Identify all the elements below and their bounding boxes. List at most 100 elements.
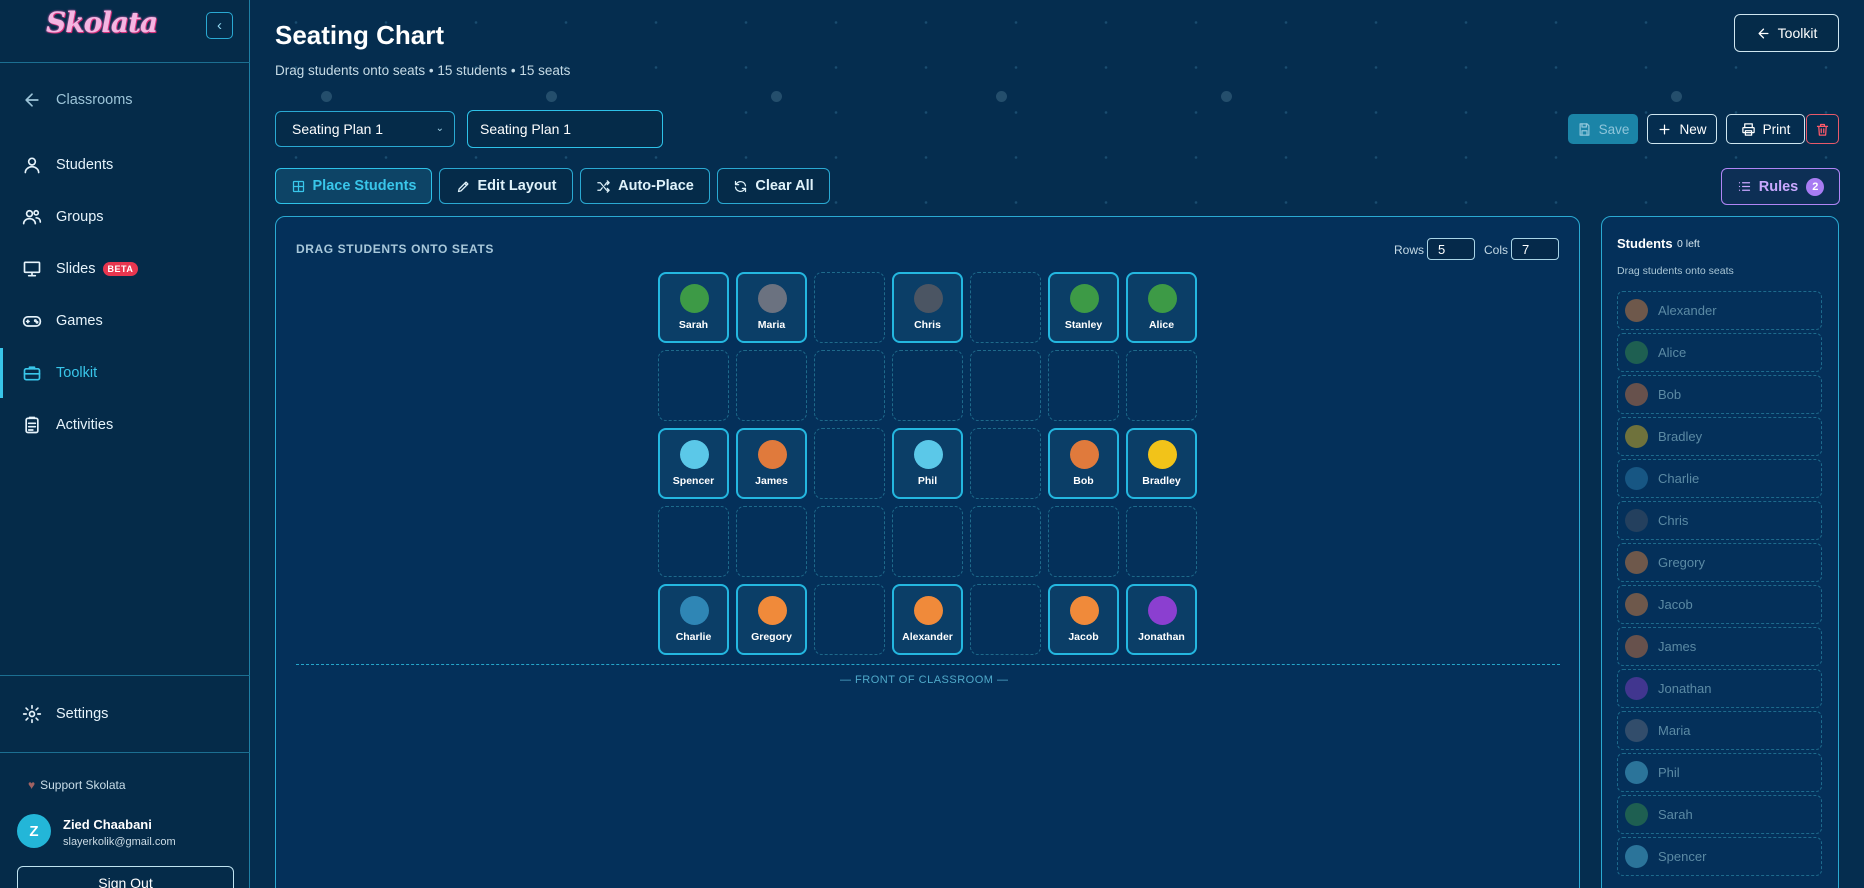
roster-item[interactable]: Sarah [1617,795,1822,834]
collapse-sidebar-button[interactable]: ‹ [206,12,233,39]
roster-item[interactable]: Jacob [1617,585,1822,624]
seat-empty[interactable] [1048,350,1119,421]
seat-empty[interactable] [1048,506,1119,577]
roster-item[interactable]: Charlie [1617,459,1822,498]
seat-empty[interactable] [892,350,963,421]
delete-plan-button[interactable] [1806,114,1839,144]
seat-empty[interactable] [970,272,1041,343]
save-button[interactable]: Save [1568,114,1638,144]
roster-item[interactable]: Maria [1617,711,1822,750]
place-students-button[interactable]: Place Students [275,168,432,204]
print-button[interactable]: Print [1726,114,1805,144]
seat-empty[interactable] [736,506,807,577]
roster-item-label: Charlie [1658,471,1700,486]
roster-item[interactable]: Gregory [1617,543,1822,582]
seat-empty[interactable] [814,428,885,499]
seat-empty[interactable] [814,350,885,421]
roster-item[interactable]: Bob [1617,375,1822,414]
sidebar-item-toolkit[interactable]: Toolkit [0,351,250,395]
sign-out-button[interactable]: Sign Out [17,866,234,888]
roster-item[interactable]: Jonathan [1617,669,1822,708]
sidebar-item-slides[interactable]: Slides BETA [0,247,250,291]
seat-occupied[interactable]: Stanley [1048,272,1119,343]
roster-item[interactable]: Spencer [1617,837,1822,876]
sidebar: Skolata ‹ Classrooms Students Groups Sli… [0,0,250,888]
cols-input[interactable]: 7 [1511,238,1559,260]
seat-occupied[interactable]: Bradley [1126,428,1197,499]
nav-label: Groups [56,209,104,225]
seat-empty[interactable] [658,506,729,577]
seat-occupied[interactable]: Spencer [658,428,729,499]
seat-empty[interactable] [970,428,1041,499]
student-avatar [1148,440,1177,469]
auto-place-button[interactable]: Auto-Place [580,168,710,204]
seat-occupied[interactable]: Bob [1048,428,1119,499]
seat-occupied[interactable]: Maria [736,272,807,343]
seat-occupied[interactable]: Jonathan [1126,584,1197,655]
nav-label: Games [56,313,103,329]
seat-empty[interactable] [970,350,1041,421]
student-avatar [1625,635,1648,658]
clear-all-button[interactable]: Clear All [717,168,830,204]
new-plan-button[interactable]: New [1647,114,1717,144]
back-to-toolkit-button[interactable]: Toolkit [1734,14,1839,52]
seat-occupied[interactable]: Gregory [736,584,807,655]
seat-occupied[interactable]: Phil [892,428,963,499]
seat-empty[interactable] [658,350,729,421]
student-avatar [1625,803,1648,826]
roster-item-label: Bradley [1658,429,1703,444]
seat-occupied[interactable]: Sarah [658,272,729,343]
student-name: Bob [1073,475,1094,487]
seat-empty[interactable] [970,506,1041,577]
roster-item-label: Jacob [1658,597,1693,612]
decorative-dot [321,91,332,102]
student-name: Chris [914,319,941,331]
roster-item-label: Alexander [1658,303,1717,318]
nav-label: Activities [56,417,114,433]
student-name: James [755,475,788,487]
button-label: Auto-Place [618,178,694,194]
plan-name-input[interactable]: Seating Plan 1 [467,110,663,148]
roster-item[interactable]: Bradley [1617,417,1822,456]
student-avatar [1148,284,1177,313]
student-avatar [1625,425,1648,448]
seating-plan-select[interactable]: Seating Plan 1 ⌄ [275,111,455,147]
rules-button[interactable]: Rules 2 [1721,168,1840,205]
seat-occupied[interactable]: Chris [892,272,963,343]
roster-item[interactable]: James [1617,627,1822,666]
seat-empty[interactable] [736,350,807,421]
seat-occupied[interactable]: Jacob [1048,584,1119,655]
seat-empty[interactable] [970,584,1041,655]
support-link[interactable]: ♥ Support Skolata [28,778,126,792]
student-avatar [680,440,709,469]
seat-occupied[interactable]: James [736,428,807,499]
roster-item[interactable]: Chris [1617,501,1822,540]
seat-occupied[interactable]: Alexander [892,584,963,655]
sidebar-item-games[interactable]: Games [0,299,250,343]
nav-label: Toolkit [56,365,98,381]
nav-label: Settings [56,706,109,722]
skolata-logo[interactable]: Skolata [46,6,158,39]
seat-empty[interactable] [892,506,963,577]
seat-empty[interactable] [1126,506,1197,577]
rows-input[interactable]: 5 [1427,238,1475,260]
roster-item[interactable]: Alice [1617,333,1822,372]
button-label: Toolkit [1777,25,1818,41]
sidebar-item-students[interactable]: Students [0,143,250,187]
seat-occupied[interactable]: Alice [1126,272,1197,343]
seat-occupied[interactable]: Charlie [658,584,729,655]
seat-empty[interactable] [1126,350,1197,421]
seat-empty[interactable] [814,584,885,655]
sidebar-item-settings[interactable]: Settings [0,692,250,736]
roster-item[interactable]: Alexander [1617,291,1822,330]
sidebar-divider [0,752,250,753]
sidebar-item-activities[interactable]: Activities [0,403,250,447]
seat-empty[interactable] [814,506,885,577]
roster-item-label: Maria [1658,723,1691,738]
gamepad-icon [22,316,42,327]
roster-item[interactable]: Phil [1617,753,1822,792]
seat-empty[interactable] [814,272,885,343]
sidebar-item-groups[interactable]: Groups [0,195,250,239]
back-to-classrooms[interactable]: Classrooms [0,78,250,122]
edit-layout-button[interactable]: Edit Layout [439,168,573,204]
